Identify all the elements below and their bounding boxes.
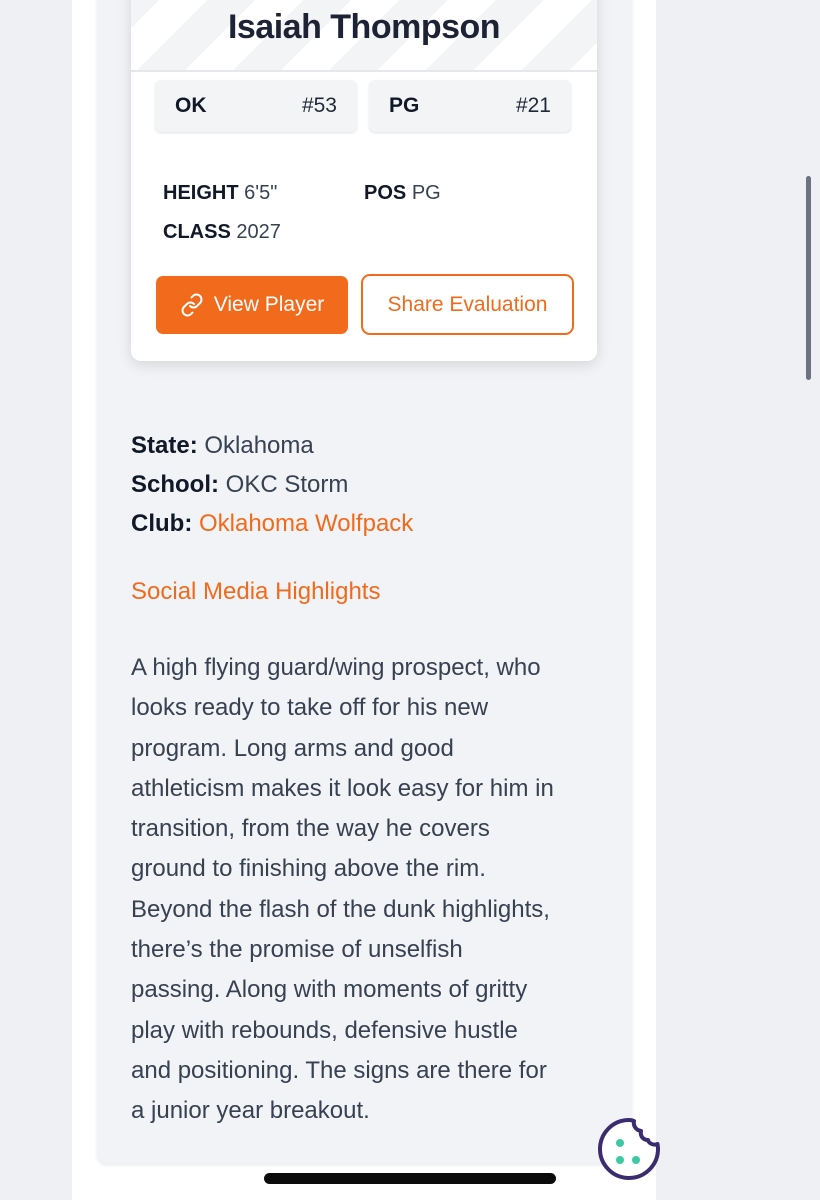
height-value: 6'5" (244, 182, 278, 204)
position-stat: POS PG (364, 182, 441, 205)
cookie-settings-button[interactable] (596, 1116, 662, 1182)
bio-line: Beyond the flash of the dunk highlights, (131, 895, 550, 923)
school-line: School: OKC Storm (131, 471, 348, 499)
share-evaluation-button[interactable]: Share Evaluation (361, 274, 574, 335)
state-chip-rank: #53 (301, 94, 337, 117)
bio-line: and positioning. The signs are there for (131, 1056, 547, 1084)
school-label: School: (131, 471, 219, 498)
bio-line: transition, from the way he covers (131, 815, 490, 843)
bio-line: passing. Along with moments of gritty (131, 976, 528, 1004)
bio-line: athleticism makes it look easy for him i… (131, 774, 554, 802)
school-value: OKC Storm (225, 471, 349, 498)
link-icon (181, 293, 203, 317)
card-header: Isaiah Thompson (131, 0, 597, 72)
club-line: Club: Oklahoma Wolfpack (131, 510, 413, 538)
class-value: 2027 (236, 221, 281, 243)
state-rank-chip: OK #53 (155, 80, 357, 132)
home-indicator (264, 1173, 556, 1184)
bio-line: A high flying guard/wing prospect, who (131, 654, 541, 681)
bio-line: ground to finishing above the rim. (131, 855, 486, 883)
state-line: State: Oklahoma (131, 432, 314, 460)
bio-line: a junior year breakout. (131, 1097, 370, 1125)
position-chip-rank: #21 (515, 94, 551, 117)
class-label: CLASS (163, 221, 231, 243)
class-stat: CLASS 2027 (163, 221, 281, 244)
club-label: Club: (131, 510, 193, 537)
position-chip-label: PG (389, 94, 420, 117)
bio-line: there’s the promise of unselfish (131, 936, 463, 964)
position-rank-chip: PG #21 (369, 80, 571, 132)
state-chip-label: OK (175, 94, 207, 117)
state-label: State: (131, 432, 198, 459)
view-player-button[interactable]: View Player (156, 276, 348, 334)
position-value: PG (411, 182, 441, 204)
bio-line: program. Long arms and good (131, 734, 454, 762)
club-link[interactable]: Oklahoma Wolfpack (199, 510, 413, 537)
evaluation-text: A high flying guard/wing prospect, who l… (131, 648, 611, 1132)
height-stat: HEIGHT 6'5" (163, 182, 277, 205)
state-value: Oklahoma (204, 432, 314, 459)
social-media-highlights-link[interactable]: Social Media Highlights (131, 578, 380, 606)
view-player-label: View Player (213, 293, 325, 316)
scrollbar[interactable] (806, 176, 811, 380)
cookie-icon (598, 1118, 660, 1180)
bio-line: play with rebounds, defensive hustle (131, 1016, 518, 1044)
position-label: POS (364, 182, 407, 204)
player-card: Isaiah Thompson OK #53 PG #21 HEIGHT 6'5… (131, 0, 597, 361)
bio-line: looks ready to take off for his new (131, 694, 489, 722)
height-label: HEIGHT (163, 182, 239, 204)
share-evaluation-label: Share Evaluation (387, 292, 548, 316)
player-name: Isaiah Thompson (227, 8, 501, 46)
